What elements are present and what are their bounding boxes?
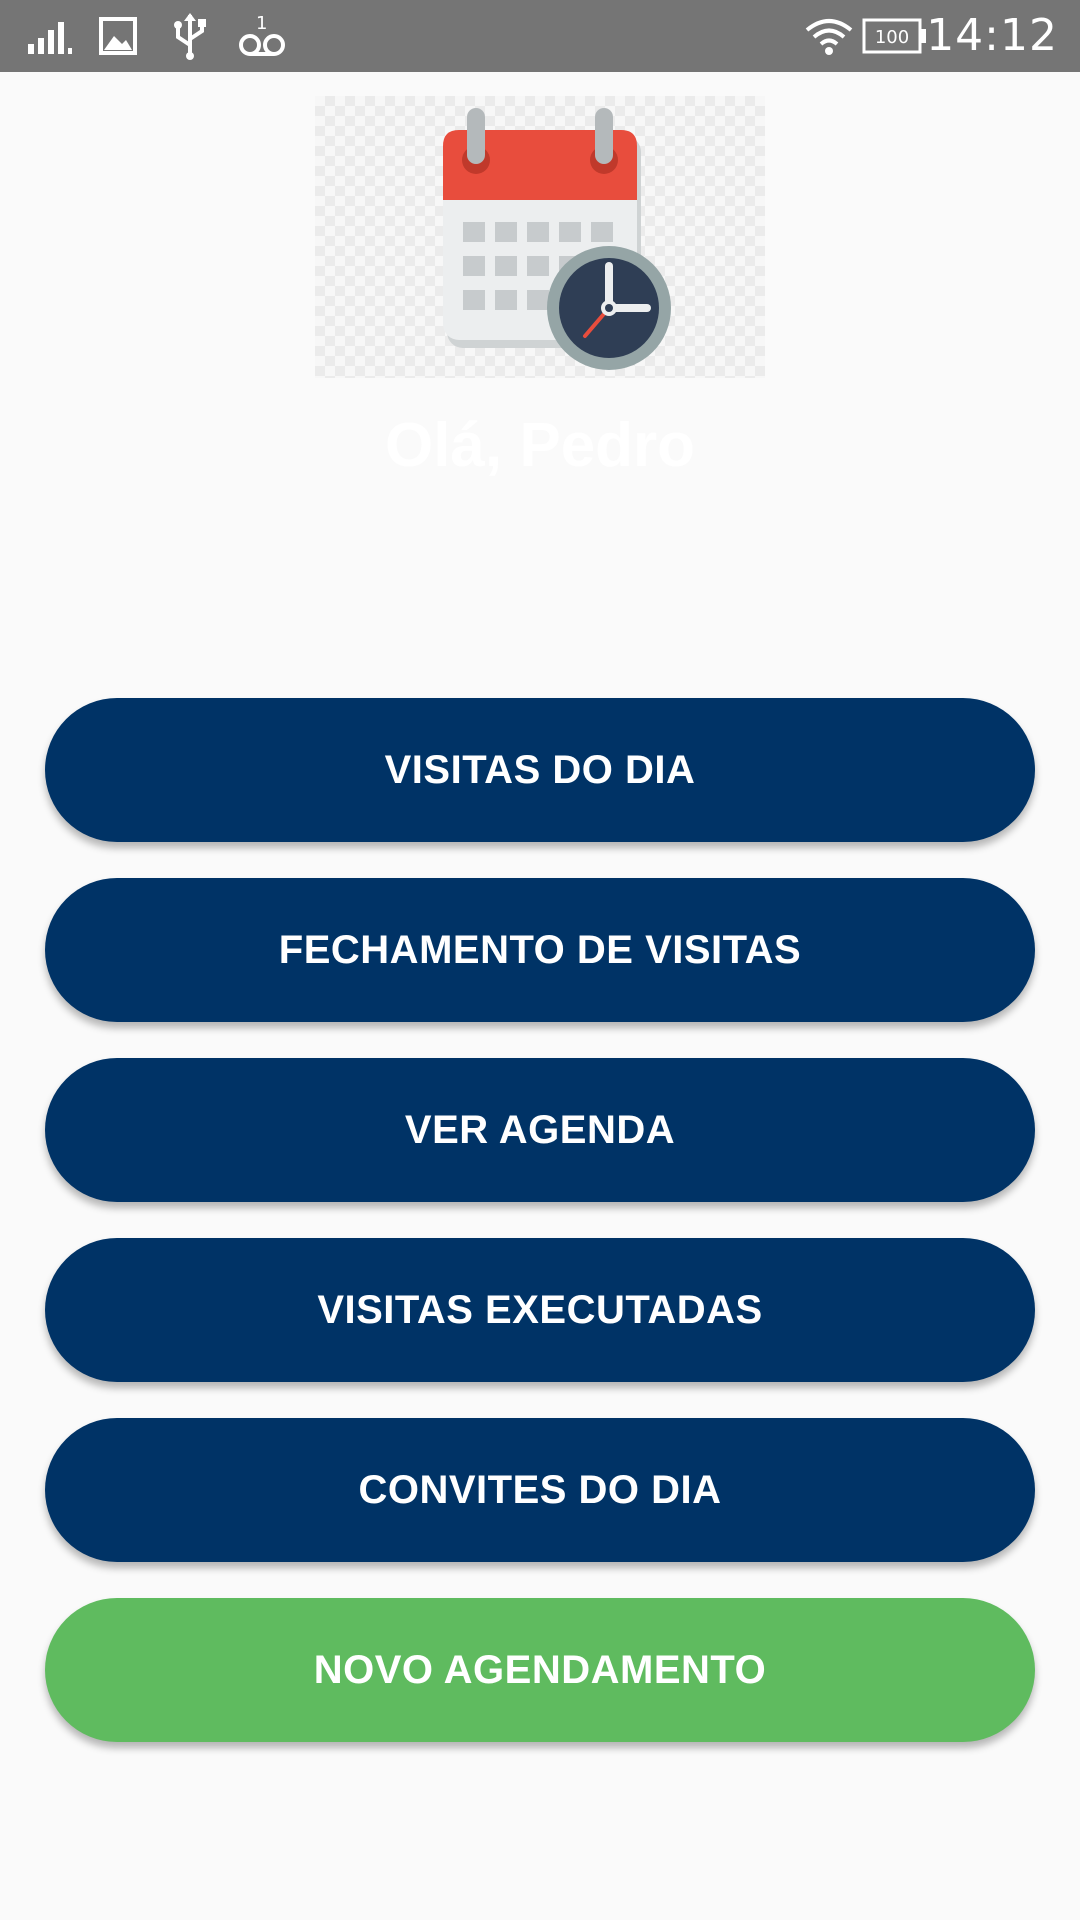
fechamento-de-visitas-button[interactable]: FECHAMENTO DE VISITAS bbox=[45, 878, 1035, 1022]
status-time: 14:12 bbox=[926, 10, 1058, 61]
novo-agendamento-button[interactable]: NOVO AGENDAMENTO bbox=[45, 1598, 1035, 1742]
voicemail-icon: 1 bbox=[238, 0, 286, 72]
convites-do-dia-button[interactable]: CONVITES DO DIA bbox=[45, 1418, 1035, 1562]
image-icon bbox=[98, 0, 138, 72]
wifi-icon bbox=[804, 0, 854, 72]
ver-agenda-button[interactable]: VER AGENDA bbox=[45, 1058, 1035, 1202]
greeting-title: Olá, Pedro bbox=[384, 411, 696, 480]
visitas-executadas-button[interactable]: VISITAS EXECUTADAS bbox=[45, 1238, 1035, 1382]
usb-icon bbox=[170, 0, 210, 72]
signal-icon bbox=[26, 0, 76, 72]
battery-level: 100 bbox=[875, 27, 909, 48]
status-bar: 1 100 14:12 bbox=[0, 0, 1080, 72]
svg-text:1: 1 bbox=[256, 13, 267, 34]
battery-icon: 100 bbox=[862, 0, 928, 72]
visitas-do-dia-button[interactable]: VISITAS DO DIA bbox=[45, 698, 1035, 842]
calendar-clock-icon bbox=[315, 96, 765, 378]
